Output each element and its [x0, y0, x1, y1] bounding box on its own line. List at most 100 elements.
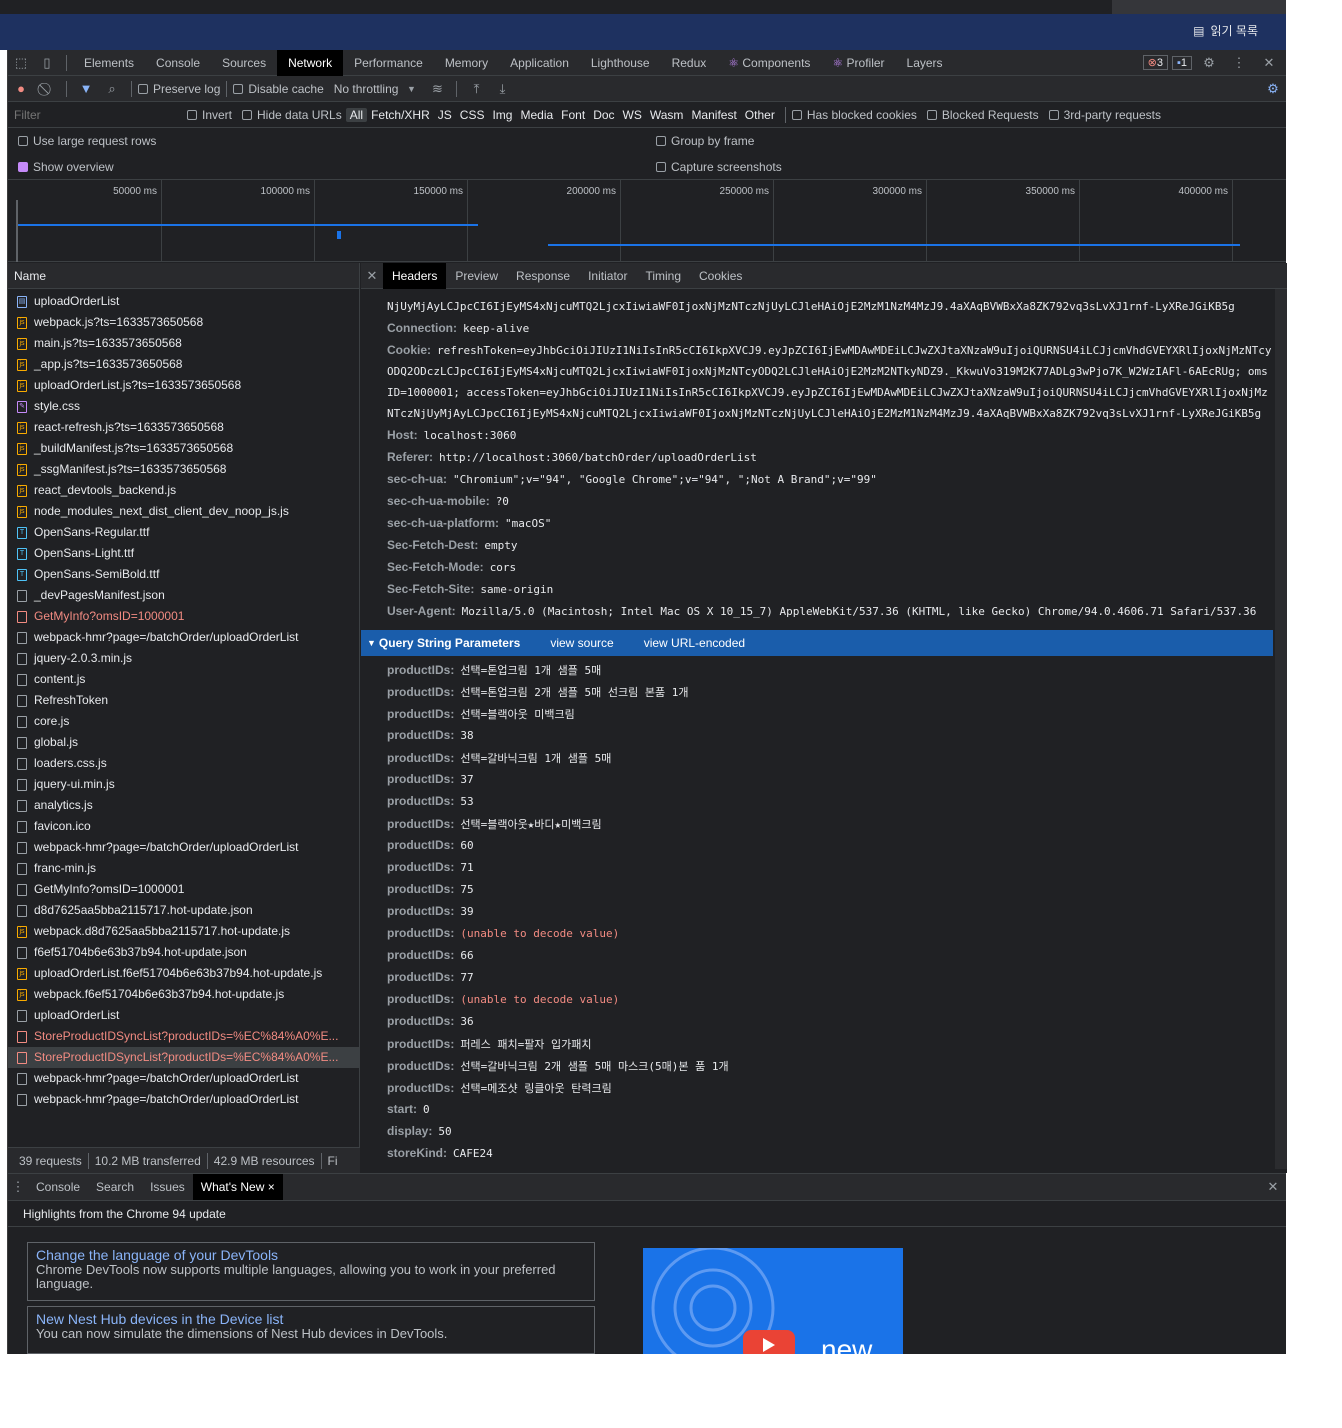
request-row[interactable]: js uploadOrderList.js?ts=1633573650568	[8, 375, 359, 396]
tab-elements[interactable]: Elements	[73, 50, 145, 76]
invert-checkbox[interactable]: Invert	[187, 108, 232, 122]
filter-icon[interactable]: ▼	[73, 76, 99, 102]
show-overview-checkbox[interactable]: Show overview	[18, 160, 114, 174]
inspect-element-icon[interactable]: ⬚	[8, 50, 34, 76]
clear-icon[interactable]: ⃠	[34, 76, 60, 102]
preserve-log-checkbox[interactable]: Preserve log	[138, 82, 220, 96]
request-row[interactable]: GetMyInfo?omsID=1000001	[8, 606, 359, 627]
query-string-section-header[interactable]: ▼ Query String Parameters view source vi…	[361, 630, 1273, 656]
request-row[interactable]: js webpack.js?ts=1633573650568	[8, 312, 359, 333]
request-row[interactable]: js uploadOrderList.f6ef51704b6e63b37b94.h…	[8, 963, 359, 984]
throttling-select[interactable]: No throttling	[334, 82, 399, 96]
request-row[interactable]: js _app.js?ts=1633573650568	[8, 354, 359, 375]
view-url-encoded-link[interactable]: view URL-encoded	[644, 636, 745, 650]
request-row[interactable]: RefreshToken	[8, 690, 359, 711]
filter-type-img[interactable]: Img	[488, 108, 516, 122]
request-row[interactable]: content.js	[8, 669, 359, 690]
card-title[interactable]: Change the language of your DevTools	[36, 1247, 586, 1263]
large-rows-checkbox[interactable]: Use large request rows	[18, 134, 156, 148]
settings-gear-icon[interactable]: ⚙	[1196, 50, 1222, 76]
request-row[interactable]: js _ssgManifest.js?ts=1633573650568	[8, 459, 359, 480]
drawer-tab-whatsnew[interactable]: What's New ×	[192, 1174, 283, 1200]
export-har-icon[interactable]: ⤓	[489, 76, 515, 102]
close-detail-icon[interactable]: ✕	[361, 263, 383, 289]
request-row[interactable]: js _buildManifest.js?ts=1633573650568	[8, 438, 359, 459]
filter-type-ws[interactable]: WS	[619, 108, 646, 122]
overview-handle[interactable]	[16, 200, 18, 262]
whats-new-card[interactable]: Change the language of your DevTools Chr…	[27, 1242, 595, 1301]
detail-tab-timing[interactable]: Timing	[636, 263, 690, 289]
card-title[interactable]: New Nest Hub devices in the Device list	[36, 1311, 586, 1327]
request-row[interactable]: GetMyInfo?omsID=1000001	[8, 879, 359, 900]
request-row[interactable]: jquery-ui.min.js	[8, 774, 359, 795]
request-row[interactable]: uploadOrderList	[8, 1005, 359, 1026]
message-count-badge[interactable]: ▪1	[1171, 55, 1192, 70]
network-settings-gear-icon[interactable]: ⚙	[1260, 76, 1286, 102]
detail-tab-response[interactable]: Response	[507, 263, 579, 289]
hide-data-urls-checkbox[interactable]: Hide data URLs	[242, 108, 342, 122]
group-by-frame-checkbox[interactable]: Group by frame	[656, 134, 754, 148]
close-devtools-icon[interactable]: ✕	[1256, 50, 1282, 76]
reading-list-button[interactable]: ▤ 읽기 목록	[1193, 22, 1258, 39]
filter-type-media[interactable]: Media	[516, 108, 557, 122]
tab-sources[interactable]: Sources	[211, 50, 277, 76]
filter-input[interactable]	[8, 104, 173, 125]
drawer-tab-issues[interactable]: Issues	[142, 1174, 193, 1200]
tab-components[interactable]: ⚛ Components	[717, 50, 821, 76]
request-row[interactable]: d8d7625aa5bba2115717.hot-update.json	[8, 900, 359, 921]
kebab-menu-icon[interactable]: ⋮	[1226, 50, 1252, 76]
has-blocked-cookies-checkbox[interactable]: Has blocked cookies	[791, 108, 917, 122]
record-icon[interactable]: ●	[8, 76, 34, 102]
request-row[interactable]: franc-min.js	[8, 858, 359, 879]
request-row[interactable]: jquery-2.0.3.min.js	[8, 648, 359, 669]
request-row[interactable]: webpack-hmr?page=/batchOrder/uploadOrder…	[8, 1068, 359, 1089]
request-row[interactable]: js react-refresh.js?ts=1633573650568	[8, 417, 359, 438]
filter-type-font[interactable]: Font	[557, 108, 589, 122]
request-row[interactable]: global.js	[8, 732, 359, 753]
tab-memory[interactable]: Memory	[434, 50, 499, 76]
name-column-header[interactable]: Name	[8, 263, 359, 289]
filter-type-manifest[interactable]: Manifest	[687, 108, 740, 122]
tab-application[interactable]: Application	[499, 50, 580, 76]
request-row[interactable]: T OpenSans-Regular.ttf	[8, 522, 359, 543]
detail-tab-initiator[interactable]: Initiator	[579, 263, 636, 289]
request-row[interactable]: analytics.js	[8, 795, 359, 816]
view-source-link[interactable]: view source	[550, 636, 613, 650]
tab-profiler[interactable]: ⚛ Profiler	[821, 50, 895, 76]
tab-network[interactable]: Network	[277, 49, 344, 76]
request-row[interactable]: f6ef51704b6e63b37b94.hot-update.json	[8, 942, 359, 963]
disable-cache-checkbox[interactable]: Disable cache	[233, 82, 324, 96]
request-row[interactable]: T OpenSans-Light.ttf	[8, 543, 359, 564]
import-har-icon[interactable]: ⤒	[463, 76, 489, 102]
request-row[interactable]: T OpenSans-SemiBold.ttf	[8, 564, 359, 585]
third-party-requests-checkbox[interactable]: 3rd-party requests	[1048, 108, 1161, 122]
filter-type-all[interactable]: All	[345, 107, 368, 122]
chevron-down-icon[interactable]: ▼	[398, 76, 424, 102]
detail-scrollbar[interactable]	[1275, 289, 1287, 1169]
request-row[interactable]: js react_devtools_backend.js	[8, 480, 359, 501]
request-row[interactable]: js webpack.f6ef51704b6e63b37b94.hot-updat…	[8, 984, 359, 1005]
tab-lighthouse[interactable]: Lighthouse	[580, 50, 661, 76]
filter-type-css[interactable]: CSS	[456, 108, 489, 122]
tab-layers[interactable]: Layers	[896, 50, 954, 76]
error-count-badge[interactable]: ⊗3	[1142, 55, 1168, 70]
tab-console[interactable]: Console	[145, 50, 211, 76]
detail-tab-cookies[interactable]: Cookies	[690, 263, 751, 289]
request-row[interactable]: webpack-hmr?page=/batchOrder/uploadOrder…	[8, 837, 359, 858]
request-row[interactable]: StoreProductIDSyncList?productIDs=%EC%84…	[8, 1026, 359, 1047]
filter-type-fetchxhr[interactable]: Fetch/XHR	[367, 108, 434, 122]
filter-type-doc[interactable]: Doc	[589, 108, 618, 122]
request-row[interactable]: js webpack.d8d7625aa5bba2115717.hot-updat…	[8, 921, 359, 942]
filter-type-wasm[interactable]: Wasm	[646, 108, 688, 122]
request-row[interactable]: js main.js?ts=1633573650568	[8, 333, 359, 354]
drawer-tab-console[interactable]: Console	[28, 1174, 88, 1200]
request-row[interactable]: webpack-hmr?page=/batchOrder/uploadOrder…	[8, 627, 359, 648]
request-row[interactable]: _devPagesManifest.json	[8, 585, 359, 606]
request-row[interactable]: StoreProductIDSyncList?productIDs=%EC%84…	[8, 1047, 359, 1068]
capture-screenshots-checkbox[interactable]: Capture screenshots	[656, 160, 782, 174]
drawer-menu-icon[interactable]: ⋮	[8, 1174, 28, 1200]
drawer-tab-search[interactable]: Search	[88, 1174, 142, 1200]
close-tab-icon[interactable]: ×	[264, 1180, 275, 1194]
close-drawer-icon[interactable]: ✕	[1260, 1174, 1286, 1200]
detail-tab-preview[interactable]: Preview	[446, 263, 507, 289]
